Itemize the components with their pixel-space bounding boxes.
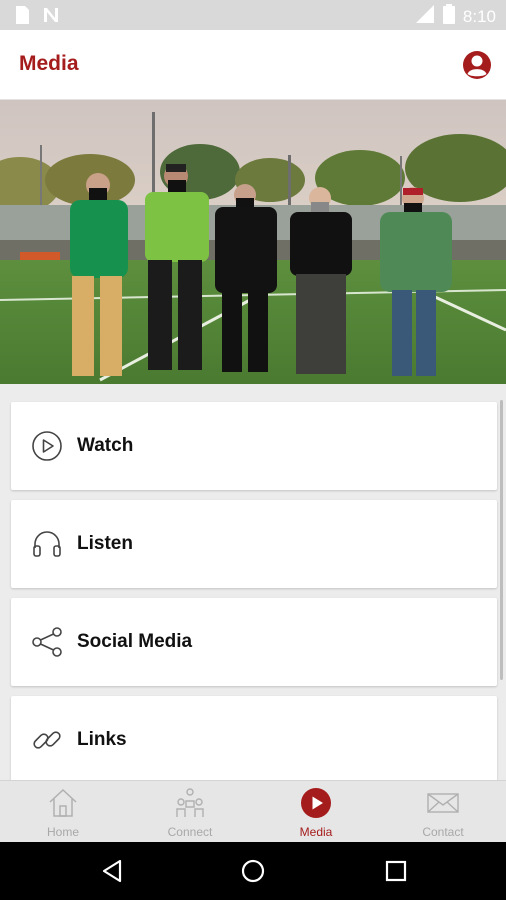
people-icon: [174, 787, 206, 819]
play-circle-icon: [31, 430, 63, 462]
tab-home[interactable]: Home: [0, 781, 126, 843]
recents-icon[interactable]: [385, 860, 407, 887]
menu-item-label: Social Media: [77, 631, 193, 652]
menu-item-social-media[interactable]: Social Media: [11, 598, 497, 686]
tab-label: Home: [46, 825, 79, 839]
menu-item-label: Listen: [77, 533, 133, 554]
sim-card-icon: [14, 6, 30, 29]
tab-contact[interactable]: Contact: [380, 781, 506, 843]
tab-media[interactable]: Media: [253, 781, 379, 843]
play-circle-filled-icon: [300, 787, 332, 819]
media-menu-list[interactable]: Watch Listen Social Media Links: [0, 384, 506, 780]
scrollbar-thumb[interactable]: [500, 400, 503, 680]
menu-item-label: Links: [77, 729, 127, 750]
app-bar: Media: [0, 30, 506, 100]
signal-icon: [415, 4, 435, 29]
tab-label: Connect: [167, 825, 213, 839]
envelope-icon: [427, 787, 459, 819]
battery-icon: [442, 4, 455, 29]
menu-item-label: Watch: [77, 435, 134, 456]
status-bar: 8:10: [0, 0, 506, 30]
tab-label: Media: [299, 825, 333, 839]
back-icon[interactable]: [100, 859, 124, 888]
page-title: Media: [19, 52, 79, 75]
system-navigation-bar: [0, 842, 506, 900]
bottom-tab-bar: Home Connect Media Contact: [0, 780, 506, 842]
status-time: 8:10: [462, 6, 496, 26]
n-notification-icon: [42, 6, 60, 29]
tab-connect[interactable]: Connect: [127, 781, 253, 843]
hero-photo: [0, 100, 506, 384]
menu-item-listen[interactable]: Listen: [11, 500, 497, 588]
home-icon: [47, 787, 79, 819]
account-circle-icon: [463, 51, 491, 79]
menu-item-links[interactable]: Links: [11, 696, 497, 780]
menu-item-watch[interactable]: Watch: [11, 402, 497, 490]
tab-label: Contact: [422, 825, 464, 839]
profile-button[interactable]: [462, 50, 492, 80]
link-icon: [31, 724, 63, 756]
home-circle-icon[interactable]: [241, 859, 265, 888]
share-icon: [31, 626, 63, 658]
headphones-icon: [31, 528, 63, 560]
